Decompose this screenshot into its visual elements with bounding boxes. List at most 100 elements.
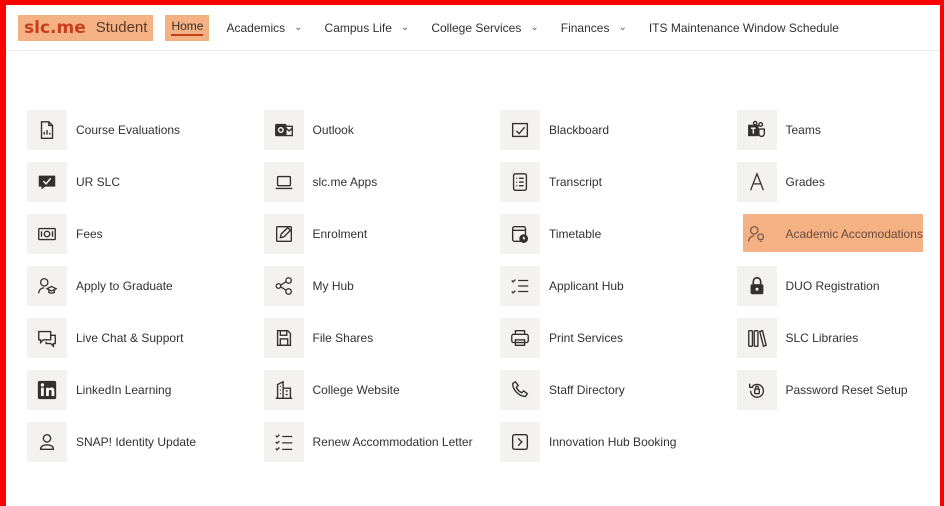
tile-label: Timetable bbox=[549, 227, 602, 241]
brand-logo: slc.me bbox=[24, 17, 86, 38]
tile-enrolment[interactable]: Enrolment bbox=[263, 212, 501, 256]
tile-label: College Website bbox=[312, 383, 400, 397]
nav-home[interactable]: Home bbox=[165, 14, 210, 41]
laptop-icon bbox=[263, 162, 304, 202]
tile-label: Print Services bbox=[549, 331, 624, 345]
tile-label: Course Evaluations bbox=[76, 123, 181, 137]
outlook-icon bbox=[263, 110, 304, 150]
transcript-icon bbox=[500, 162, 540, 202]
teams-icon bbox=[736, 110, 777, 150]
tile-my-hub[interactable]: My Hub bbox=[263, 264, 501, 308]
tile-transcript[interactable]: Transcript bbox=[500, 160, 737, 204]
tile-label: Staff Directory bbox=[549, 383, 625, 397]
tile-label: Fees bbox=[76, 227, 103, 241]
tile-linkedin-learning[interactable]: LinkedIn Learning bbox=[27, 368, 264, 412]
tile-label: Enrolment bbox=[312, 227, 368, 241]
tile-label: Renew Accommodation Letter bbox=[312, 435, 473, 449]
phone-icon bbox=[500, 370, 540, 410]
checklist-icon bbox=[500, 266, 540, 306]
nav-campus-life[interactable]: Campus Life ⌄ bbox=[314, 15, 421, 41]
letter-a-icon bbox=[736, 162, 777, 202]
nav-item-label: College Services bbox=[431, 20, 522, 35]
nav-item-label: Campus Life bbox=[324, 20, 392, 35]
quick-links-grid: Course Evaluations Outlook Blackboard Te… bbox=[27, 108, 927, 472]
top-navigation: slc.me Student Home Academics ⌄ Campus L… bbox=[6, 5, 940, 51]
tile-label: Apply to Graduate bbox=[76, 279, 173, 293]
printer-icon bbox=[500, 318, 540, 358]
tile-label: File Shares bbox=[312, 331, 374, 345]
linkedin-icon bbox=[27, 370, 67, 410]
nav-college-services[interactable]: College Services ⌄ bbox=[420, 15, 549, 41]
tile-ur-slc[interactable]: UR SLC bbox=[27, 160, 264, 204]
tile-slc-libraries[interactable]: SLC Libraries bbox=[736, 316, 944, 360]
blackboard-icon bbox=[500, 110, 540, 150]
tile-print-services[interactable]: Print Services bbox=[500, 316, 737, 360]
tile-timetable[interactable]: Timetable bbox=[500, 212, 737, 256]
person-lightbulb-icon bbox=[737, 214, 777, 254]
tile-file-shares[interactable]: File Shares bbox=[263, 316, 501, 360]
tile-innovation-hub-booking[interactable]: Innovation Hub Booking bbox=[500, 420, 737, 464]
person-icon bbox=[27, 422, 67, 462]
tile-label: slc.me Apps bbox=[312, 175, 378, 189]
chevron-down-icon: ⌄ bbox=[618, 22, 627, 33]
task-list-icon bbox=[263, 422, 304, 462]
nav-academics[interactable]: Academics ⌄ bbox=[215, 15, 313, 41]
tile-label: Blackboard bbox=[549, 123, 610, 137]
site-brand[interactable]: slc.me Student bbox=[18, 14, 154, 41]
tile-label: Outlook bbox=[312, 123, 354, 137]
tile-label: Grades bbox=[785, 175, 825, 189]
tile-label: Applicant Hub bbox=[549, 279, 624, 293]
tile-label: Transcript bbox=[549, 175, 602, 189]
tile-applicant-hub[interactable]: Applicant Hub bbox=[500, 264, 737, 308]
nav-menu: Home Academics ⌄ Campus Life ⌄ College S… bbox=[165, 14, 850, 41]
tile-label: Innovation Hub Booking bbox=[549, 435, 677, 449]
tile-label: SNAP! Identity Update bbox=[76, 435, 197, 449]
tile-teams[interactable]: Teams bbox=[736, 108, 944, 152]
nav-item-label: Academics bbox=[226, 20, 286, 35]
tile-staff-directory[interactable]: Staff Directory bbox=[500, 368, 737, 412]
nav-item-label: Finances bbox=[560, 20, 610, 35]
edit-form-icon bbox=[263, 214, 304, 254]
nav-its-maintenance[interactable]: ITS Maintenance Window Schedule bbox=[638, 15, 850, 41]
calendar-clock-icon bbox=[500, 214, 540, 254]
chevron-down-icon: ⌄ bbox=[400, 22, 410, 33]
save-disk-icon bbox=[263, 318, 304, 358]
tile-label: My Hub bbox=[312, 279, 354, 293]
tile-outlook[interactable]: Outlook bbox=[263, 108, 501, 152]
building-icon bbox=[263, 370, 304, 410]
chevron-box-icon bbox=[500, 422, 540, 462]
lock-icon bbox=[736, 266, 777, 306]
tile-label: Teams bbox=[785, 123, 821, 137]
chevron-down-icon: ⌄ bbox=[294, 22, 303, 33]
tile-label: Password Reset Setup bbox=[785, 383, 908, 397]
tile-fees[interactable]: Fees bbox=[27, 212, 264, 256]
tile-grades[interactable]: Grades bbox=[736, 160, 944, 204]
tile-college-website[interactable]: College Website bbox=[263, 368, 501, 412]
tile-snap-identity-update[interactable]: SNAP! Identity Update bbox=[27, 420, 264, 464]
tile-label: SLC Libraries bbox=[785, 331, 859, 345]
tile-course-evaluations[interactable]: Course Evaluations bbox=[27, 108, 264, 152]
tile-apply-to-graduate[interactable]: Apply to Graduate bbox=[27, 264, 264, 308]
chevron-down-icon: ⌄ bbox=[530, 22, 539, 33]
tile-password-reset-setup[interactable]: Password Reset Setup bbox=[736, 368, 944, 412]
tile-label: UR SLC bbox=[76, 175, 121, 189]
tile-academic-accomodations[interactable]: Academic Accomodations bbox=[737, 212, 944, 256]
tile-duo-registration[interactable]: DUO Registration bbox=[736, 264, 944, 308]
library-books-icon bbox=[736, 318, 777, 358]
nav-finances[interactable]: Finances ⌄ bbox=[550, 15, 638, 41]
tile-renew-accommodation-letter[interactable]: Renew Accommodation Letter bbox=[263, 420, 501, 464]
tile-label: DUO Registration bbox=[785, 279, 880, 293]
nav-item-label: ITS Maintenance Window Schedule bbox=[648, 20, 839, 35]
tile-label: Live Chat & Support bbox=[76, 331, 184, 345]
tile-label: LinkedIn Learning bbox=[76, 383, 172, 397]
tile-slcme-apps[interactable]: slc.me Apps bbox=[263, 160, 501, 204]
person-graduation-icon bbox=[27, 266, 67, 306]
document-chart-icon bbox=[27, 110, 67, 150]
password-reset-icon bbox=[736, 370, 777, 410]
nav-home-label: Home bbox=[171, 19, 204, 36]
chat-checkmark-icon bbox=[27, 162, 67, 202]
tile-blackboard[interactable]: Blackboard bbox=[500, 108, 737, 152]
tile-live-chat-support[interactable]: Live Chat & Support bbox=[27, 316, 264, 360]
brand-name: Student bbox=[95, 19, 148, 36]
hub-nodes-icon bbox=[263, 266, 304, 306]
